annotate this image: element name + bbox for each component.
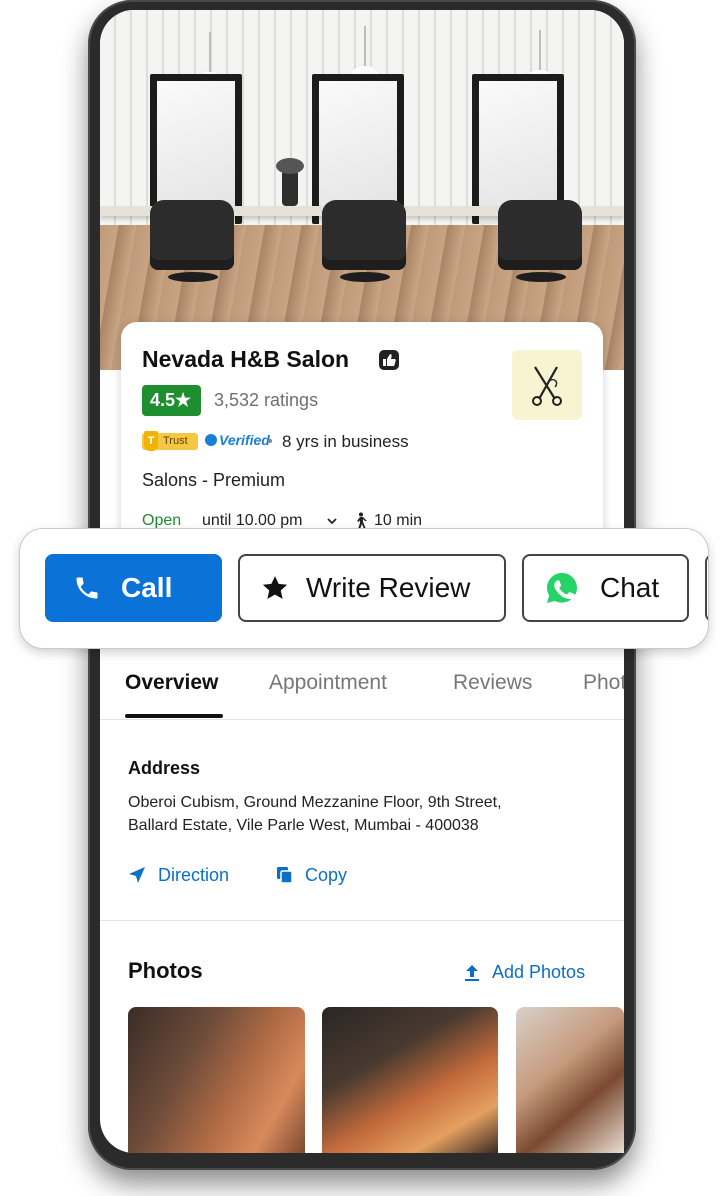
thumbs-up-icon <box>379 350 399 370</box>
business-name: Nevada H&B Salon <box>142 346 350 372</box>
business-info-card: Nevada H&B Salon 4.5★ 3,532 ratings T Tr… <box>121 322 603 552</box>
tab-overview[interactable]: Overview <box>125 671 218 695</box>
ratings-count[interactable]: 3,532 ratings <box>214 390 318 411</box>
call-button[interactable]: Call <box>45 554 222 622</box>
direction-icon[interactable] <box>128 866 146 884</box>
chat-label: Chat <box>600 572 660 603</box>
write-review-button[interactable]: Write Review <box>238 554 506 622</box>
write-review-label: Write Review <box>306 572 471 603</box>
chair-base <box>516 272 566 282</box>
tab-divider <box>100 719 624 720</box>
verified-label: Verified <box>219 432 270 448</box>
photo-thumbnail[interactable] <box>322 1007 498 1153</box>
chair-base <box>168 272 218 282</box>
verified-check-icon <box>205 434 217 446</box>
years-in-business: 8 yrs in business <box>282 432 409 451</box>
direction-link[interactable]: Direction <box>158 865 229 886</box>
address-line-2: Ballard Estate, Vile Parle West, Mumbai … <box>128 817 479 834</box>
separator-dot: • <box>266 434 275 450</box>
star-icon <box>262 576 288 599</box>
flower-vase <box>276 158 304 206</box>
address-title: Address <box>128 758 201 778</box>
photo-thumbnail[interactable] <box>128 1007 305 1153</box>
business-logo[interactable] <box>512 350 582 420</box>
tab-reviews[interactable]: Reviews <box>453 671 532 695</box>
tab-appointment[interactable]: Appointment <box>269 671 387 695</box>
section-divider <box>100 920 624 921</box>
business-category: Salons - Premium <box>142 470 286 490</box>
trust-badge: T Trust <box>142 431 198 451</box>
phone-icon <box>76 577 98 599</box>
upload-icon[interactable] <box>462 963 482 983</box>
photo-thumbnail[interactable] <box>516 1007 624 1153</box>
chair-base <box>340 272 390 282</box>
salon-cover-image[interactable] <box>100 10 624 370</box>
photos-title: Photos <box>128 958 203 983</box>
address-line-1: Oberoi Cubism, Ground Mezzanine Floor, 9… <box>128 794 502 811</box>
call-label: Call <box>121 572 173 603</box>
chevron-down-icon[interactable] <box>326 516 338 526</box>
tab-photos[interactable]: Photos <box>583 671 624 695</box>
salon-chair <box>498 200 582 270</box>
tab-photos-clip: Photos <box>583 671 624 701</box>
active-tab-indicator <box>125 714 223 718</box>
salon-chair <box>322 200 406 270</box>
whatsapp-icon <box>547 573 577 603</box>
copy-link[interactable]: Copy <box>305 865 347 886</box>
trust-shield-icon: T <box>144 431 158 451</box>
action-bar: Call Write Review Chat <box>19 528 709 649</box>
copy-icon[interactable] <box>276 866 294 884</box>
more-actions-button[interactable] <box>705 554 708 622</box>
salon-chair <box>150 200 234 270</box>
rating-badge: 4.5★ <box>142 385 201 416</box>
verified-badge: Verified <box>205 432 270 448</box>
trust-label: Trust <box>163 435 188 447</box>
add-photos-link[interactable]: Add Photos <box>492 962 585 983</box>
whatsapp-chat-button[interactable]: Chat <box>522 554 689 622</box>
